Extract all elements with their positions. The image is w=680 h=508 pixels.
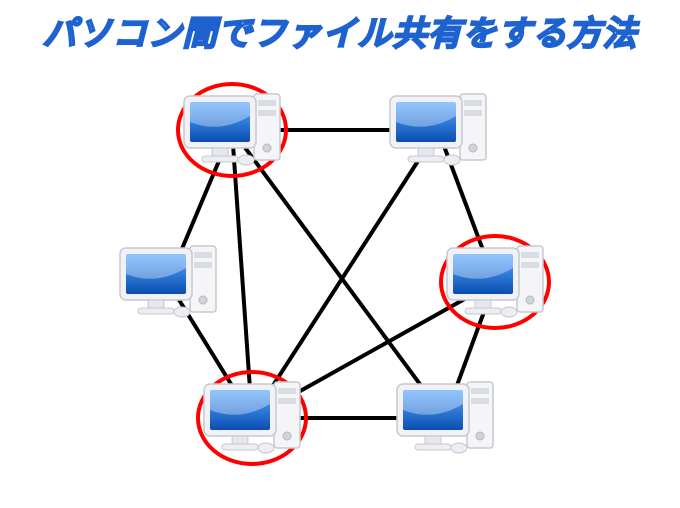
computer-icon bbox=[120, 246, 216, 317]
computer-icon bbox=[390, 94, 486, 165]
network-link bbox=[252, 130, 438, 418]
computer-icon bbox=[204, 382, 300, 453]
computer-icon bbox=[397, 382, 493, 453]
network-diagram bbox=[0, 0, 680, 508]
computer-icon bbox=[447, 246, 543, 317]
